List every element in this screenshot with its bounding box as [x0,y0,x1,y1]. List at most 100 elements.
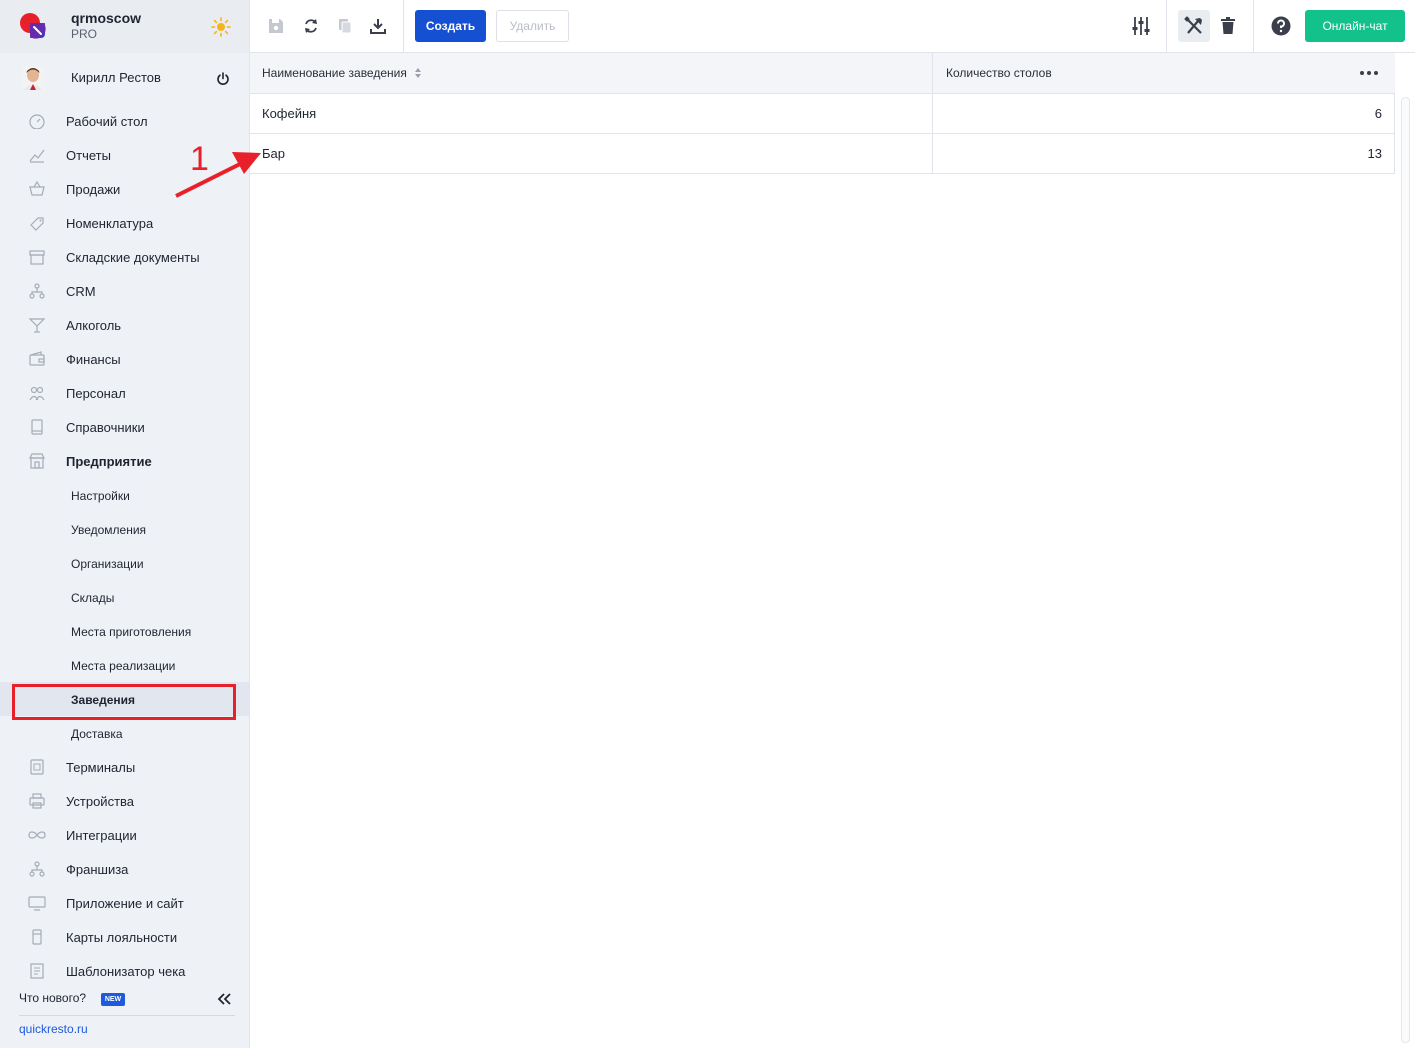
sidebar-subitem-notifications[interactable]: Уведомления [0,512,249,546]
more-dots-icon [1360,71,1378,75]
sidebar-item-sales[interactable]: Продажи [0,172,249,206]
sidebar-subitem-label: Настройки [71,489,130,503]
sidebar-item-label: Продажи [66,182,121,197]
cell-name: Кофейня [250,94,933,133]
copy-icon [339,19,352,34]
sidebar-item-devices[interactable]: Устройства [0,784,249,818]
sidebar-item-terminals[interactable]: Терминалы [0,750,249,784]
establishments-table: Наименование заведения Количество столов… [250,53,1395,174]
toolbar-separator [1253,0,1254,52]
sidebar-subitem-settings[interactable]: Настройки [0,478,249,512]
sidebar-nav: Рабочий стол Отчеты Продажи Номенклатура… [0,104,249,988]
sidebar-item-dashboard[interactable]: Рабочий стол [0,104,249,138]
cell-tables: 6 [1374,106,1382,121]
sidebar-item-label: Алкоголь [66,318,122,333]
refresh-icon [305,19,317,33]
dashboard-icon [29,114,45,129]
help-button[interactable] [1270,15,1292,37]
create-button[interactable]: Создать [415,10,486,42]
sidebar-item-alcohol[interactable]: Алкоголь [0,308,249,342]
cell-name: Бар [250,134,933,173]
sidebar-subitem-warehouses[interactable]: Склады [0,580,249,614]
chart-icon [29,149,45,163]
sidebar-item-label: Финансы [66,352,121,367]
sidebar-subitem-label: Места реализации [71,659,176,673]
brand-plan: PRO [71,27,98,41]
tools-button[interactable] [1178,10,1210,42]
sidebar-divider [19,1015,235,1016]
sort-icon[interactable] [414,67,422,79]
brand-header[interactable]: qrmoscow PRO [0,0,249,53]
sidebar-item-label: Предприятие [66,454,152,469]
sidebar-item-label: Карты лояльности [66,930,178,945]
infinity-icon [28,831,46,839]
hierarchy-icon [29,861,45,877]
trash-button[interactable] [1217,15,1239,37]
sidebar-item-loyalty-cards[interactable]: Карты лояльности [0,920,249,954]
sidebar-item-warehouse-docs[interactable]: Складские документы [0,240,249,274]
column-header-label: Наименование заведения [262,66,407,80]
sidebar-item-receipt-templates[interactable]: Шаблонизатор чека [0,954,249,988]
power-icon [217,72,229,85]
sidebar-subitem-label: Заведения [71,693,136,707]
sidebar-item-integrations[interactable]: Интеграции [0,818,249,852]
save-button[interactable] [265,15,287,37]
book-icon [31,419,43,435]
user-profile[interactable]: Кирилл Рестов [0,60,249,96]
sun-icon [211,17,231,37]
column-settings-button[interactable] [1130,15,1152,37]
sidebar-item-label: Номенклатура [66,216,154,231]
sliders-icon [1132,17,1150,35]
help-icon [1271,16,1291,36]
sidebar-subitem-organizations[interactable]: Организации [0,546,249,580]
refresh-button[interactable] [300,15,322,37]
sidebar-subitem-label: Уведомления [71,523,147,537]
delete-button[interactable]: Удалить [496,10,569,42]
sidebar-subitem-sale-places[interactable]: Места реализации [0,648,249,682]
sidebar-item-franchise[interactable]: Франшиза [0,852,249,886]
brand-logo-icon [20,13,46,39]
printer-icon [29,793,45,809]
table-row[interactable]: Кофейня 6 [250,94,1395,134]
receipt-icon [30,963,44,979]
sidebar-item-nomenclature[interactable]: Номенклатура [0,206,249,240]
tools-icon [1184,16,1202,34]
site-link[interactable]: quickresto.ru [19,1022,88,1036]
hierarchy-icon [29,283,45,299]
column-header-tables[interactable]: Количество столов [933,53,1395,93]
whats-new-link[interactable]: Что нового? [19,991,86,1005]
sidebar-item-reports[interactable]: Отчеты [0,138,249,172]
qr-icon [30,759,44,775]
toolbar-separator [403,0,404,52]
logout-button[interactable] [213,69,233,89]
online-chat-button[interactable]: Онлайн-чат [1305,10,1405,42]
sidebar-item-label: Рабочий стол [66,114,148,129]
toolbar: Создать Удалить Онлайн-чат [250,0,1415,53]
card-icon [32,929,42,945]
sidebar-subitem-cooking-places[interactable]: Места приготовления [0,614,249,648]
sidebar-subitem-establishments[interactable]: Заведения [0,682,249,716]
cell-tables: 13 [1367,146,1382,161]
sidebar-item-staff[interactable]: Персонал [0,376,249,410]
collapse-sidebar-button[interactable] [215,990,233,1008]
download-button[interactable] [367,15,389,37]
sidebar-item-finance[interactable]: Финансы [0,342,249,376]
vertical-scrollbar[interactable] [1401,97,1410,1043]
sidebar-item-label: Шаблонизатор чека [66,964,186,979]
sidebar-subitem-label: Склады [71,591,115,605]
basket-icon [29,181,45,196]
sidebar-subitem-label: Места приготовления [71,625,192,639]
double-chevron-left-icon [217,993,231,1005]
table-more-button[interactable] [1359,65,1379,81]
column-header-name[interactable]: Наименование заведения [250,53,933,93]
copy-button[interactable] [334,15,356,37]
new-badge: NEW [101,993,125,1006]
sidebar-item-enterprise[interactable]: Предприятие [0,444,249,478]
sidebar-subitem-delivery[interactable]: Доставка [0,716,249,750]
sidebar-item-app-and-site[interactable]: Приложение и сайт [0,886,249,920]
table-row[interactable]: Бар 13 [250,134,1395,174]
theme-toggle-button[interactable] [207,13,235,41]
wallet-icon [29,351,45,366]
sidebar-item-crm[interactable]: CRM [0,274,249,308]
sidebar-item-directories[interactable]: Справочники [0,410,249,444]
